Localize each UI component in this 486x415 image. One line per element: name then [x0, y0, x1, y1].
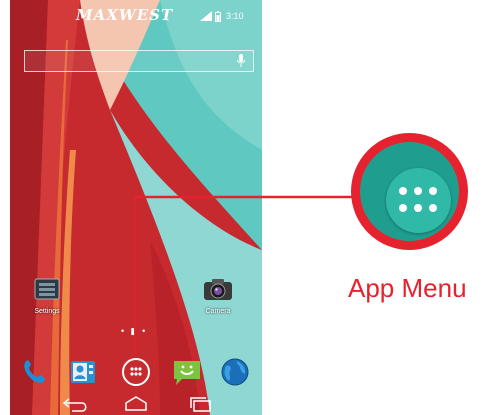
messaging-app-icon[interactable] — [170, 354, 204, 388]
status-bar: MAXWEST 3:10 — [10, 0, 262, 26]
clock: 3:10 — [226, 11, 244, 21]
dot — [429, 187, 437, 195]
home-icon[interactable] — [118, 394, 154, 414]
phone-screen: MAXWEST 3:10 Settings Camera • ▮ • — [10, 0, 262, 415]
browser-app-icon[interactable] — [218, 354, 252, 388]
search-bar[interactable] — [24, 50, 254, 72]
dot — [399, 187, 407, 195]
navigation-bar — [10, 392, 262, 415]
dot — [414, 187, 422, 195]
mic-icon[interactable] — [237, 54, 245, 68]
contacts-app-icon[interactable] — [66, 354, 100, 388]
battery-icon — [215, 10, 221, 22]
settings-app-icon — [34, 278, 60, 300]
dot — [399, 204, 407, 212]
desktop-item-camera[interactable]: Camera — [193, 277, 243, 315]
brand-logo: MAXWEST — [76, 6, 174, 24]
back-icon[interactable] — [56, 394, 92, 414]
settings-label: Settings — [34, 308, 60, 315]
app-menu-zoom-callout — [351, 133, 468, 250]
page-indicator: • ▮ • — [121, 326, 148, 336]
app-menu-zoom-backdrop — [360, 142, 459, 241]
dot — [429, 204, 437, 212]
camera-app-icon — [204, 279, 232, 300]
app-menu-label: App Menu — [348, 273, 467, 303]
desktop-item-settings[interactable]: Settings — [22, 277, 72, 315]
phone-app-icon[interactable] — [18, 354, 52, 388]
camera-label: Camera — [205, 308, 231, 315]
app-menu-icon[interactable] — [119, 354, 153, 388]
app-menu-zoom-icon — [386, 168, 451, 233]
signal-icon — [200, 11, 212, 21]
recents-icon[interactable] — [182, 394, 218, 414]
dock — [10, 352, 262, 388]
status-icons: 3:10 — [200, 10, 244, 22]
dot — [414, 204, 422, 212]
